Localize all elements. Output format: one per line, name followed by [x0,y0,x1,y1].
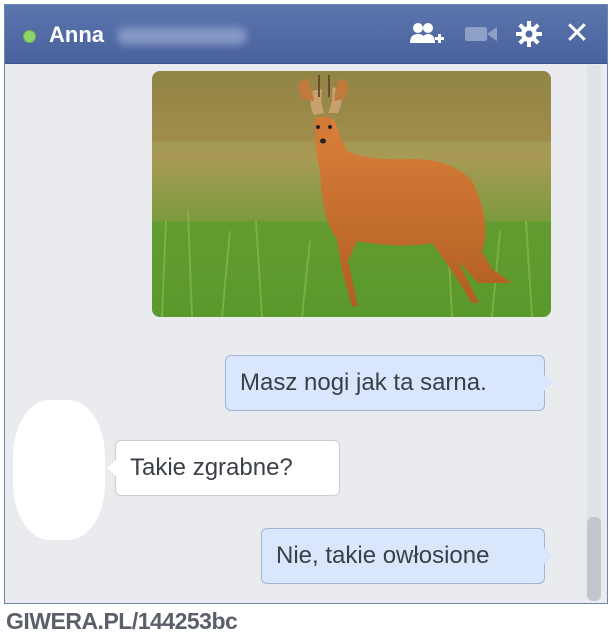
chat-titlebar[interactable]: Anna ✕ [5,5,607,64]
chat-window: Anna ✕ Masz nogi jak ta sarna. Takie zgr… [4,4,608,604]
message-text: Nie, takie owłosione [276,542,490,569]
online-status-icon [23,30,36,43]
close-icon[interactable]: ✕ [561,19,593,49]
add-friend-icon[interactable] [409,19,445,49]
blurred-surname [117,27,247,45]
message-text: Masz nogi jak ta sarna. [240,369,487,396]
shared-photo[interactable] [152,71,551,317]
watermark: GIWERA.PL/144253bc [6,608,238,634]
message-bubble-outgoing[interactable]: Nie, takie owłosione [261,528,553,584]
scrollbar-thumb[interactable] [587,517,601,601]
blurred-avatar [13,400,105,540]
gear-icon[interactable] [513,19,545,49]
message-bubble-incoming[interactable]: Takie zgrabne? [107,440,340,496]
contact-name[interactable]: Anna [49,22,104,48]
message-bubble-outgoing[interactable]: Masz nogi jak ta sarna. [225,355,553,411]
deer-photo [152,71,551,317]
message-text: Takie zgrabne? [130,454,293,481]
video-call-icon[interactable] [463,19,499,49]
